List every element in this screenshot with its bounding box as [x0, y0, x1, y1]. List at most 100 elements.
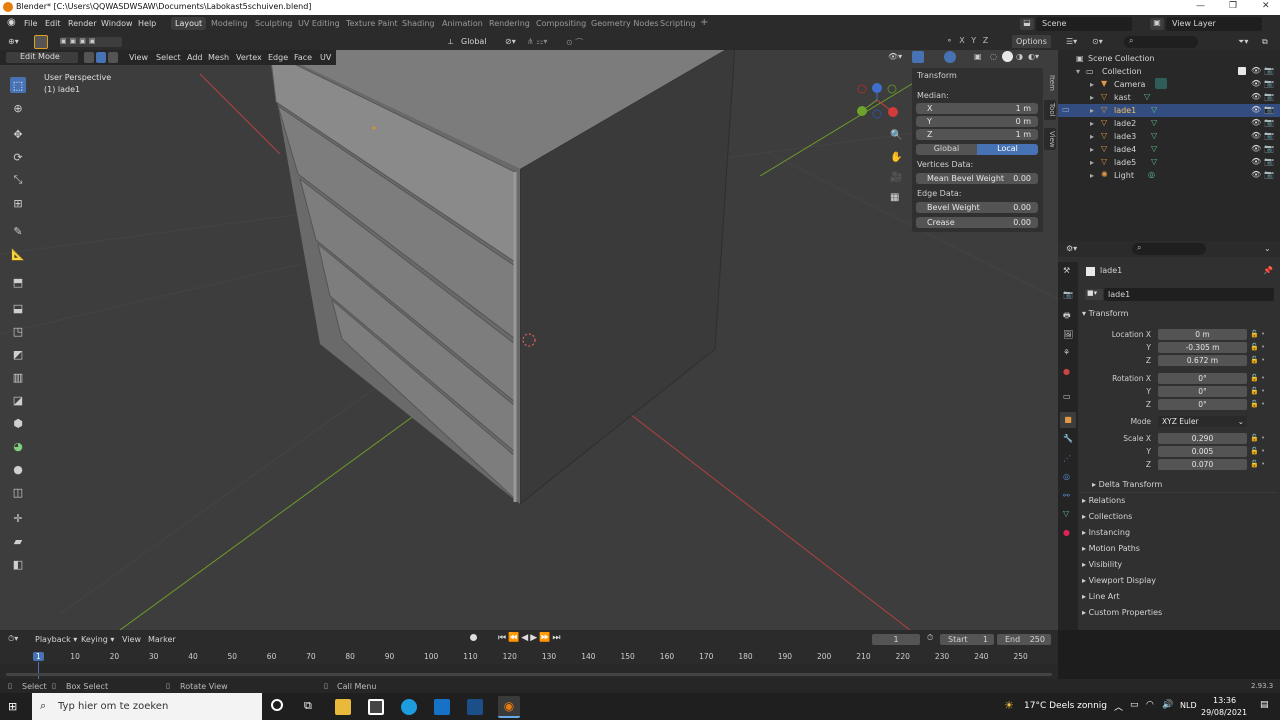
rotate-tool-icon[interactable]: ⟳	[10, 149, 26, 165]
sidebar-tab-tool[interactable]: Tool	[1044, 100, 1056, 120]
eye-icon[interactable]: 👁	[1251, 79, 1261, 88]
lock-icon[interactable]: 🔓 •	[1250, 400, 1265, 408]
properties-editor-type-icon[interactable]: ⚙▾	[1066, 244, 1077, 253]
particles-tab-icon[interactable]: ⋰	[1063, 454, 1071, 463]
workspace-tab-layout[interactable]: Layout	[171, 17, 207, 30]
material-shading-icon[interactable]: ◑	[1016, 52, 1023, 61]
edit-mode-indicator-icon[interactable]: ▭	[1062, 105, 1070, 114]
wireframe-shading-icon[interactable]: ◌	[990, 52, 997, 61]
knife-tool-icon[interactable]: ◪	[10, 392, 26, 408]
outliner-item-lade2[interactable]: ▸ ▽ lade2 ▽ 👁 📷	[1058, 117, 1280, 130]
outliner-search-input[interactable]: ⌕	[1124, 36, 1198, 48]
eye-icon[interactable]: 👁	[1251, 92, 1261, 101]
eye-icon[interactable]: 👁	[1251, 144, 1261, 153]
render-shading-icon[interactable]: ◐▾	[1028, 52, 1039, 61]
collection-checkbox[interactable]	[1238, 67, 1246, 75]
snap-icon[interactable]: ⋔ ⚏▾	[527, 37, 547, 46]
lock-icon[interactable]: 🔓 •	[1250, 374, 1265, 382]
editor-type-icon[interactable]: ⊕▾	[8, 37, 19, 46]
lock-icon[interactable]: 🔓 •	[1250, 387, 1265, 395]
poly-build-tool-icon[interactable]: ⬢	[10, 415, 26, 431]
gizmo-toggle-icon[interactable]	[912, 51, 924, 63]
overlay-toggle-icon[interactable]	[944, 51, 956, 63]
shrink-fatten-tool-icon[interactable]: ✛	[10, 510, 26, 526]
rotation-y-field[interactable]: 0°	[1158, 386, 1247, 397]
select-tool-icon[interactable]	[34, 35, 48, 49]
add-cube-tool-icon[interactable]: ⬒	[10, 274, 26, 290]
collections-section[interactable]: ▸ Collections	[1082, 512, 1278, 527]
new-collection-icon[interactable]: ⧉	[1262, 37, 1268, 47]
measure-tool-icon[interactable]: 📐	[10, 246, 26, 262]
battery-icon[interactable]: ▭	[1130, 700, 1139, 710]
bevel-tool-icon[interactable]: ◩	[10, 346, 26, 362]
global-toggle[interactable]: Global	[916, 144, 977, 155]
relations-section[interactable]: ▸ Relations	[1082, 496, 1278, 511]
sidebar-tab-view[interactable]: View	[1044, 128, 1056, 150]
object-name-field[interactable]: lade1	[1104, 288, 1274, 301]
outliner-item-lade4[interactable]: ▸ ▽ lade4 ▽ 👁 📷	[1058, 143, 1280, 156]
view-layer-icon[interactable]: ▣	[1150, 18, 1164, 30]
camera-render-icon[interactable]: 📷	[1264, 170, 1274, 179]
lock-icon[interactable]: 🔓 •	[1250, 447, 1265, 455]
lock-icon[interactable]: 🔓 •	[1250, 434, 1265, 442]
ortho-grid-icon[interactable]: ▦	[890, 192, 899, 203]
camera-render-icon[interactable]: 📷	[1264, 144, 1274, 153]
outliner-item-kast[interactable]: ▸ ▽ kast ▽ 👁 📷	[1058, 91, 1280, 104]
blender-menu-icon[interactable]: ◉	[7, 17, 16, 28]
instancing-section[interactable]: ▸ Instancing	[1082, 528, 1278, 543]
object-tab-icon[interactable]: ■	[1060, 412, 1076, 428]
outliner-item-lade3[interactable]: ▸ ▽ lade3 ▽ 👁 📷	[1058, 130, 1280, 143]
zoom-icon[interactable]: 🔍	[890, 130, 902, 141]
collection-tab-icon[interactable]: ▭	[1063, 392, 1071, 401]
move-tool-icon[interactable]: ✥	[10, 126, 26, 142]
minimize-button[interactable]: —	[1196, 1, 1205, 11]
camera-render-icon[interactable]: 📷	[1264, 118, 1274, 127]
workspace-tab-modeling[interactable]: Modeling	[211, 19, 247, 28]
extrude-tool-icon[interactable]: ⬓	[10, 300, 26, 316]
rip-tool-icon[interactable]: ◧	[10, 556, 26, 572]
cortana-icon[interactable]	[271, 699, 283, 711]
header-menu-vertex[interactable]: Vertex	[236, 53, 262, 62]
file-explorer-icon[interactable]	[335, 699, 351, 715]
lock-icon[interactable]: 🔓 •	[1250, 343, 1265, 351]
current-frame-field[interactable]: 1	[872, 634, 920, 645]
eye-icon[interactable]: 👁	[1251, 170, 1261, 179]
workspace-tab-rendering[interactable]: Rendering	[489, 19, 530, 28]
xray-icon[interactable]: ▣	[974, 52, 982, 61]
constraints-tab-icon[interactable]: ⚯	[1063, 491, 1070, 500]
local-toggle[interactable]: Local	[977, 144, 1038, 155]
start-frame-field[interactable]: Start 1	[940, 634, 994, 645]
scene-name-field[interactable]: Scene	[1036, 17, 1132, 31]
eye-icon[interactable]: 👁	[1251, 131, 1261, 140]
view-layer-tab-icon[interactable]: 🖼	[1063, 330, 1073, 339]
camera-render-icon[interactable]: 📷	[1264, 66, 1274, 75]
outliner-editor-type-icon[interactable]: ☰▾	[1066, 37, 1077, 46]
viewport-display-section[interactable]: ▸ Viewport Display	[1082, 576, 1278, 591]
lock-icon[interactable]: 🔓 •	[1250, 356, 1265, 364]
inset-tool-icon[interactable]: ◳	[10, 323, 26, 339]
smooth-tool-icon[interactable]: ●	[10, 461, 26, 477]
options-dropdown[interactable]: Options	[1012, 35, 1051, 48]
mirror-icons[interactable]: ⚬ X Y Z	[946, 36, 990, 45]
annotate-tool-icon[interactable]: ✎	[10, 223, 26, 239]
menu-render[interactable]: Render	[68, 19, 96, 28]
eye-icon[interactable]: 👁	[1251, 105, 1261, 114]
cursor-tool-icon[interactable]: ⊕	[10, 100, 26, 116]
line-art-section[interactable]: ▸ Line Art	[1082, 592, 1278, 607]
marker-menu[interactable]: Marker	[148, 635, 176, 644]
median-z-field[interactable]: Z1 m	[916, 129, 1038, 140]
proportional-edit-icon[interactable]: ⊙ ⌒	[566, 37, 583, 48]
timeline-editor-type-icon[interactable]: ⏱▾	[8, 634, 18, 644]
lock-icon[interactable]: 🔓 •	[1250, 460, 1265, 468]
face-select-icon[interactable]	[108, 52, 118, 63]
playback-controls[interactable]: ⏮⏪◀▶⏩⏭	[498, 633, 562, 643]
workspace-tab-scripting[interactable]: Scripting	[660, 19, 696, 28]
outliner-item-lade1[interactable]: ▭ ▸ ▽ lade1 ▽ 👁 📷	[1058, 104, 1280, 117]
vertex-select-icon[interactable]	[84, 52, 94, 63]
add-workspace-icon[interactable]: +	[700, 17, 708, 28]
end-frame-field[interactable]: End 250	[997, 634, 1051, 645]
task-view-icon[interactable]: ⧉	[304, 699, 312, 713]
workspace-tab-texture-paint[interactable]: Texture Paint	[346, 19, 398, 28]
object-data-dropdown-icon[interactable]: ■▾	[1085, 289, 1103, 300]
record-icon[interactable]	[470, 634, 477, 641]
